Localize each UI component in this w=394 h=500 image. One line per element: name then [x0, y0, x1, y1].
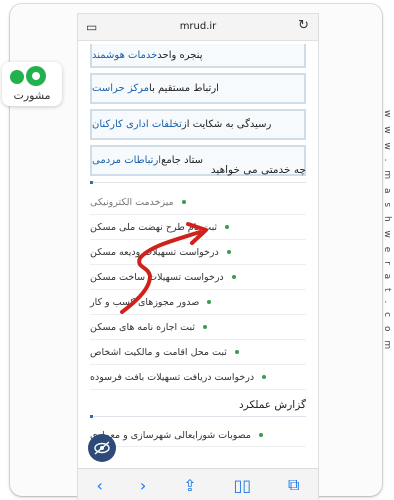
list-item[interactable]: درخواست دریافت تسهیلات بافت فرسوده — [90, 365, 306, 390]
list-item-label: میزخدمت الکترونیکی — [90, 196, 174, 208]
list-item-label: مصوبات شورایعالی شهرسازی و معماری — [90, 429, 251, 441]
services-divider — [90, 181, 306, 184]
bullet-icon — [258, 433, 263, 437]
bookmarks-icon[interactable]: ▯▯ — [234, 476, 252, 495]
watermark-text: w w w . m a s h w e r a t . c o m — [382, 110, 392, 353]
report-list: مصوبات شورایعالی شهرسازی و معماری — [90, 424, 306, 447]
services-title: چه خدمتی می خواهید — [210, 164, 306, 176]
list-item-label: صدور مجوزهای کسب و کار — [90, 296, 200, 308]
quick-link-security-center[interactable]: ارتباط مستقیم با مرکز حراست — [90, 73, 306, 104]
eye-slash-icon — [94, 441, 110, 455]
logo-dot-small — [10, 70, 24, 84]
reload-icon[interactable]: ↻ — [298, 18, 309, 33]
services-list: میزخدمت الکترونیکی ثبت نام طرح نهضت ملی … — [90, 190, 306, 390]
quick-link-label: ستاد جامع — [161, 155, 204, 166]
list-item-label: درخواست دریافت تسهیلات بافت فرسوده — [90, 371, 255, 383]
browser-address-bar[interactable]: ▭ mrud.ir ↻ — [78, 14, 318, 41]
quick-links: پنجره واحد خدمات هوشمند ارتباط مستقیم با… — [90, 44, 306, 181]
list-item[interactable]: درخواست تسهیلات ساخت مسکن — [90, 265, 306, 290]
list-item-label: درخواست تسهیلات ودیعه مسکن — [90, 246, 219, 258]
bullet-icon — [203, 325, 207, 329]
quick-link-label: رسیدگی به شکایت از — [181, 119, 272, 130]
quick-link-highlight: تخلفات اداری کارکنان — [92, 119, 182, 130]
bullet-icon — [225, 225, 230, 229]
bullet-icon — [207, 300, 212, 304]
bullet-icon — [262, 375, 267, 379]
list-item-label: ثبت اجاره نامه های مسکن — [90, 321, 195, 333]
logo-text: مشورت — [13, 89, 51, 102]
list-item-label: ثبت محل اقامت و مالکیت اشخاص — [90, 346, 227, 358]
bullet-icon — [226, 250, 231, 254]
list-item[interactable]: صدور مجوزهای کسب و کار — [90, 290, 306, 315]
accessibility-button[interactable] — [88, 434, 116, 462]
quick-link-highlight: خدمات هوشمند — [92, 49, 158, 61]
list-item[interactable]: درخواست تسهیلات ودیعه مسکن — [90, 240, 306, 265]
share-icon[interactable]: ⇪ — [183, 476, 196, 495]
quick-link-staff-complaints[interactable]: رسیدگی به شکایت از تخلفات اداری کارکنان — [90, 109, 306, 140]
quick-link-highlight: ارتباطات مردمی — [92, 155, 162, 166]
report-title: گزارش عملکرد — [238, 399, 306, 411]
bullet-icon — [234, 350, 239, 354]
back-icon[interactable]: ‹ — [96, 476, 102, 495]
forward-icon[interactable]: › — [140, 476, 146, 495]
quick-link-label: پنجره واحد — [157, 49, 203, 61]
bullet-icon — [181, 200, 186, 204]
list-item[interactable]: میزخدمت الکترونیکی — [90, 190, 306, 215]
quick-link-highlight: مرکز حراست — [92, 83, 150, 94]
browser-toolbar: ‹ › ⇪ ▯▯ ⧉ — [78, 468, 318, 500]
list-item-label: ثبت نام طرح نهضت ملی مسکن — [90, 221, 218, 233]
brand-logo: مشورت — [2, 62, 62, 106]
list-item-label: درخواست تسهیلات ساخت مسکن — [90, 271, 224, 283]
bullet-icon — [231, 275, 236, 279]
report-divider — [90, 415, 306, 418]
list-item[interactable]: ثبت نام طرح نهضت ملی مسکن — [90, 215, 306, 240]
url-text[interactable]: mrud.ir — [78, 21, 318, 32]
list-item[interactable]: ثبت اجاره نامه های مسکن — [90, 315, 306, 340]
quick-link-label: ارتباط مستقیم با — [149, 83, 219, 94]
list-item[interactable]: ثبت محل اقامت و مالکیت اشخاص — [90, 340, 306, 365]
phone-screen: ▭ mrud.ir ↻ پنجره واحد خدمات هوشمند ارتب… — [78, 14, 318, 500]
list-item[interactable]: مصوبات شورایعالی شهرسازی و معماری — [90, 424, 306, 447]
tab-switcher-icon[interactable]: ⧉ — [288, 475, 299, 495]
quick-link-smart-services[interactable]: پنجره واحد خدمات هوشمند — [90, 44, 306, 68]
logo-dot-large — [26, 66, 46, 86]
